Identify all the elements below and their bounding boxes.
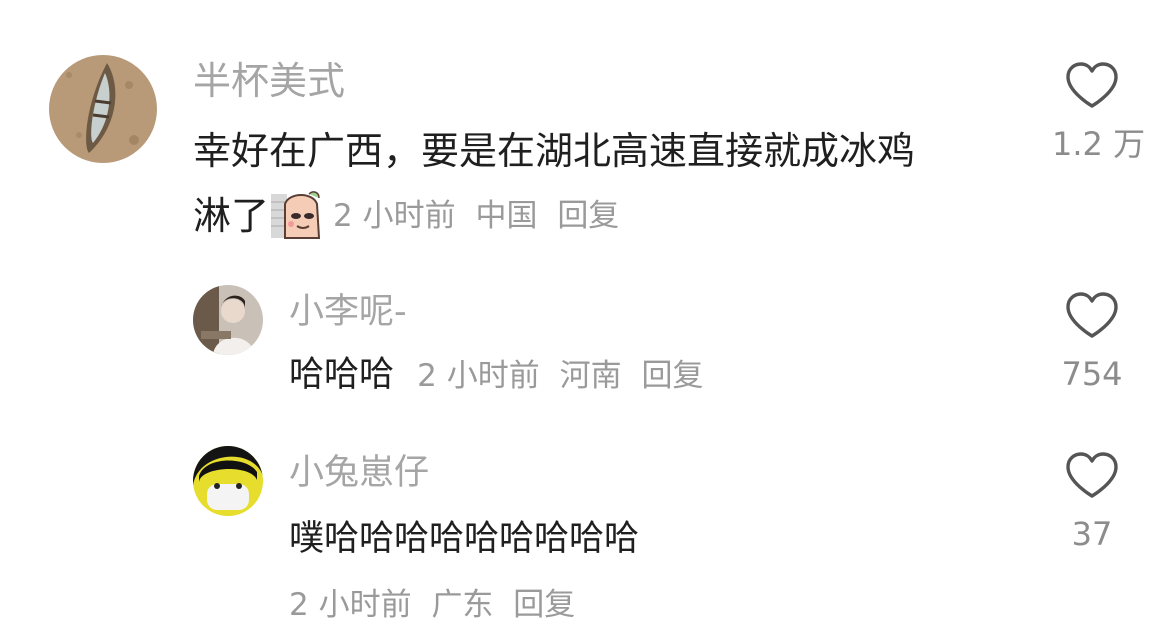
reply-text-row: 哈哈哈 2 小时前 河南 回复	[289, 358, 703, 393]
reply-location: 河南	[559, 358, 622, 394]
like-button[interactable]: 37	[1052, 452, 1132, 550]
avatar[interactable]	[49, 55, 157, 163]
avatar[interactable]	[193, 285, 263, 355]
heart-icon	[1066, 292, 1118, 338]
reply-username[interactable]: 小兔崽仔	[289, 456, 429, 491]
like-count: 1.2 万	[1052, 125, 1146, 163]
like-count: 37	[1071, 515, 1113, 553]
reply-meta: 2 小时前 河南 回复	[417, 358, 703, 394]
comment-meta: 2 小时前 中国 回复	[333, 197, 619, 234]
comment-time: 2 小时前	[333, 197, 456, 234]
person-avatar-icon	[193, 285, 263, 355]
reply-location: 广东	[431, 587, 494, 623]
heart-icon	[1066, 452, 1118, 498]
reply-text: 噗哈哈哈哈哈哈哈哈哈	[289, 519, 640, 559]
comment-text-line2-row: 淋了 2 小时前 中国 回复	[193, 188, 619, 244]
reply-button[interactable]: 回复	[513, 587, 575, 623]
like-button[interactable]: 754	[1052, 292, 1132, 390]
comment-text-line2: 淋了	[193, 194, 270, 238]
reply-username[interactable]: 小李呢-	[289, 295, 407, 330]
reply-button[interactable]: 回复	[557, 198, 619, 234]
reply-time: 2 小时前	[417, 358, 540, 394]
boat-avatar-icon	[49, 55, 157, 163]
comment-location: 中国	[475, 197, 538, 234]
like-button[interactable]: 1.2 万	[1052, 62, 1146, 163]
reply-meta: 2 小时前 广东 回复	[289, 590, 575, 621]
reply-time: 2 小时前	[289, 587, 412, 623]
face-sticker-icon	[269, 190, 325, 242]
like-count: 754	[1061, 355, 1123, 393]
comment-text-line1: 幸好在广西，要是在湖北高速直接就成冰鸡	[193, 129, 916, 173]
reply-text: 哈哈哈	[289, 355, 395, 395]
avatar[interactable]	[193, 446, 263, 516]
reply-button[interactable]: 回复	[641, 358, 703, 394]
masked-person-avatar-icon	[193, 446, 263, 516]
heart-icon	[1066, 62, 1118, 108]
comment-username[interactable]: 半杯美式	[193, 62, 345, 100]
